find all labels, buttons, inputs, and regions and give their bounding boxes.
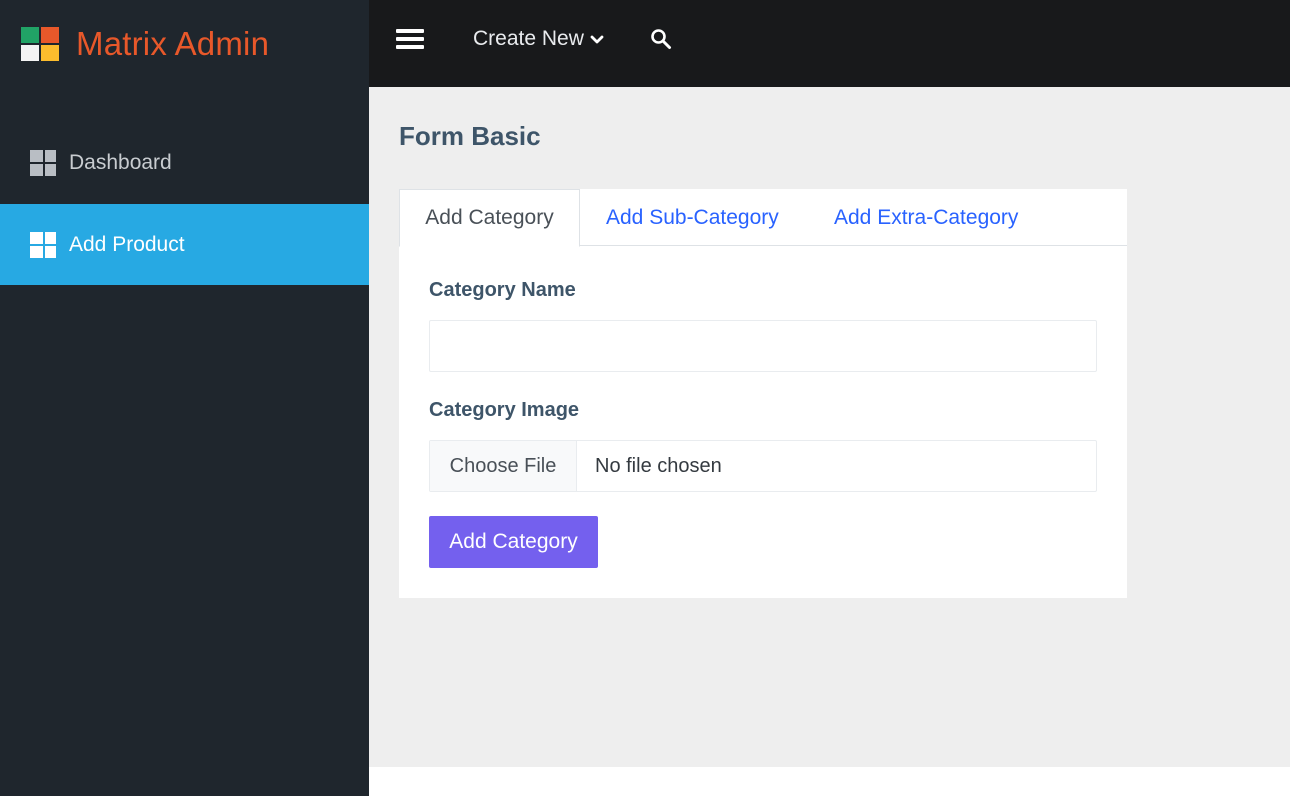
create-new-dropdown[interactable]: Create New — [473, 25, 604, 53]
dashboard-icon — [30, 150, 56, 176]
category-image-input[interactable]: Choose File No file chosen — [429, 440, 1097, 492]
create-new-label: Create New — [473, 27, 584, 50]
file-status-text: No file chosen — [595, 454, 722, 477]
sidebar-item-add-product[interactable]: Add Product — [0, 204, 369, 285]
category-name-input[interactable] — [429, 320, 1097, 372]
category-name-label: Category Name — [429, 279, 576, 301]
category-tabs: Add Category Add Sub-Category Add Extra-… — [399, 189, 1127, 247]
category-image-label: Category Image — [429, 399, 580, 421]
tab-add-extra-category[interactable]: Add Extra-Category — [834, 189, 1018, 246]
form-card: Add Category Add Sub-Category Add Extra-… — [399, 189, 1127, 598]
sidebar-item-label: Add Product — [69, 232, 185, 256]
search-icon[interactable] — [650, 28, 672, 50]
add-category-button[interactable]: Add Category — [429, 516, 598, 568]
tab-add-sub-category[interactable]: Add Sub-Category — [606, 189, 779, 246]
chevron-down-icon — [590, 27, 604, 51]
brand-name: Matrix Admin — [76, 24, 270, 62]
sidebar: Matrix Admin Dashboard Add Product — [0, 0, 369, 796]
brand-logo[interactable]: Matrix Admin — [0, 0, 369, 87]
sidebar-item-label: Dashboard — [69, 151, 172, 174]
page-title: Form Basic — [399, 121, 541, 151]
top-navbar: Create New — [369, 0, 1290, 87]
sidebar-item-dashboard[interactable]: Dashboard — [0, 123, 369, 203]
main-content: Form Basic Add Category Add Sub-Category… — [369, 87, 1290, 767]
dashboard-icon — [30, 231, 56, 258]
choose-file-button[interactable]: Choose File — [430, 441, 577, 491]
brand-logo-icon — [21, 27, 59, 61]
hamburger-icon[interactable] — [396, 29, 424, 49]
tab-add-category[interactable]: Add Category — [399, 189, 580, 247]
